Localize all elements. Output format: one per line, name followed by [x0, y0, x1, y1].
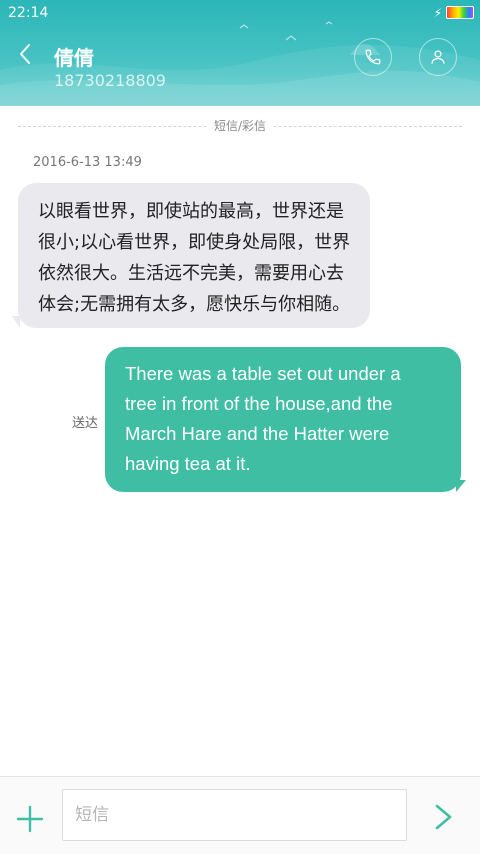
status-icons: ⚡ — [434, 6, 474, 19]
divider-label: 短信/彩信 — [207, 119, 273, 133]
incoming-message-line: 很小;以心看世界，即使身处局限，世界 — [38, 232, 351, 253]
outgoing-message-line: There was a table set out under a — [125, 363, 401, 384]
outgoing-message-line: March Hare and the Hatter were — [125, 423, 390, 444]
compose-bar — [0, 776, 480, 854]
incoming-message-line: 体会;无需拥有太多，愿快乐与你相随。 — [38, 294, 351, 315]
battery-icon — [446, 6, 474, 19]
send-button[interactable] — [432, 803, 456, 831]
delivery-status: 送达 — [72, 416, 99, 431]
attach-button[interactable] — [16, 805, 44, 833]
outgoing-message-line: tree in front of the house,and the — [125, 393, 393, 414]
call-button[interactable] — [354, 38, 392, 76]
contact-name: 倩倩 — [54, 46, 94, 70]
contact-number: 18730218809 — [54, 71, 166, 90]
person-icon — [431, 50, 445, 64]
send-arrow-icon — [435, 804, 452, 830]
outgoing-message-bubble[interactable]: There was a table set out under a tree i… — [105, 347, 461, 492]
charging-bolt-icon: ⚡ — [433, 5, 442, 20]
incoming-message-bubble[interactable]: 以眼看世界，即使站的最高，世界还是 很小;以心看世界，即使身处局限，世界 依然很… — [18, 183, 370, 328]
contact-profile-button[interactable] — [419, 38, 457, 76]
status-time: 22:14 — [8, 5, 49, 21]
conversation-header: 22:14 ⚡ 倩倩 18730218809 — [0, 0, 480, 106]
message-timestamp: 2016-6-13 13:49 — [33, 155, 142, 170]
incoming-message-line: 依然很大。生活远不完美，需要用心去 — [38, 263, 344, 284]
back-chevron-icon — [20, 44, 30, 64]
message-input[interactable] — [62, 789, 407, 841]
outgoing-message-line: having tea at it. — [125, 453, 251, 474]
message-type-divider: 短信/彩信 — [0, 117, 480, 134]
phone-icon — [365, 49, 381, 65]
incoming-message-line: 以眼看世界，即使站的最高，世界还是 — [38, 201, 344, 222]
plus-icon — [16, 805, 44, 833]
back-button[interactable] — [18, 43, 40, 69]
